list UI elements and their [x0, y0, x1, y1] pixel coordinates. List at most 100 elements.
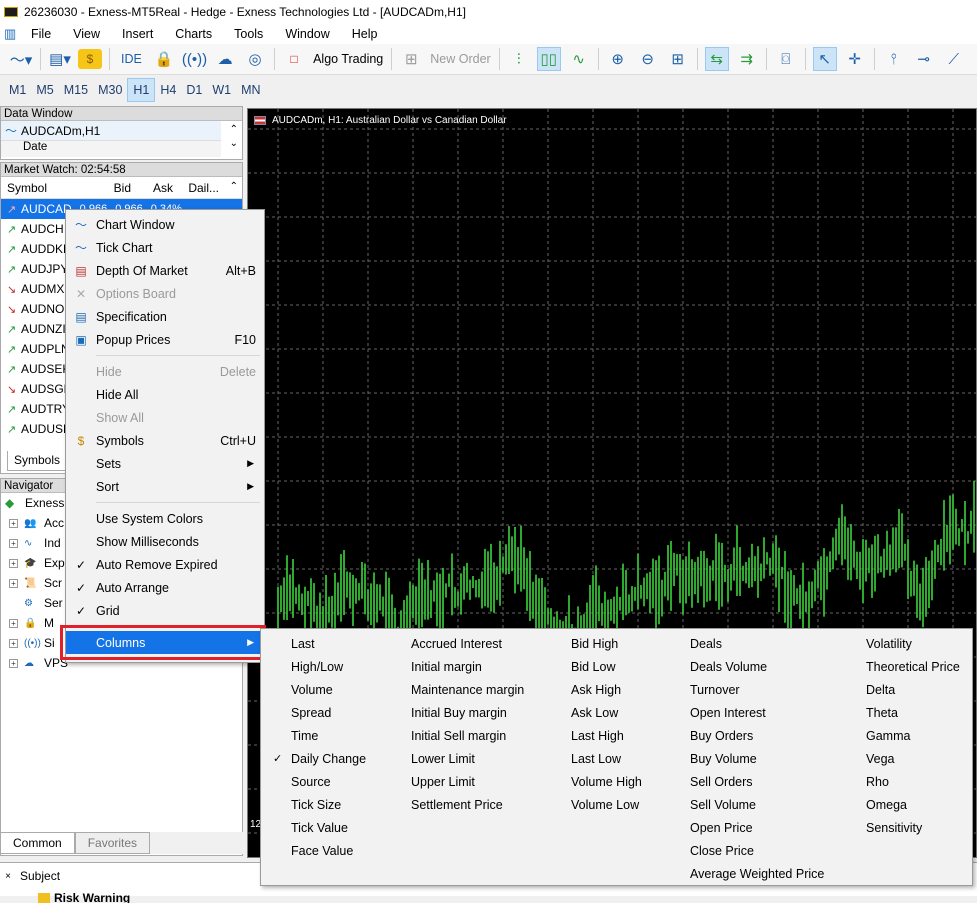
column-option[interactable]: Turnover	[690, 678, 824, 701]
dollar-icon[interactable]: $	[78, 49, 102, 69]
column-option[interactable]: Upper Limit	[411, 770, 524, 793]
context-menu-item[interactable]: Hide All	[66, 383, 264, 406]
market-watch-scroll-up[interactable]: ⌃	[230, 181, 238, 192]
column-option[interactable]: Theoretical Price	[866, 655, 960, 678]
bar-chart-icon[interactable]: ⫶	[507, 47, 531, 71]
expand-icon[interactable]: +	[9, 538, 18, 548]
context-menu-item[interactable]: ▤ Specification	[66, 305, 264, 328]
column-option[interactable]: Buy Volume	[690, 747, 824, 770]
timeframe-m30[interactable]: M30	[93, 78, 127, 102]
column-option[interactable]: Theta	[866, 701, 960, 724]
context-menu-item[interactable]: 〜 Tick Chart	[66, 236, 264, 259]
column-option[interactable]: High/Low	[291, 655, 366, 678]
column-option[interactable]: Bid High	[571, 632, 642, 655]
column-option[interactable]: Spread	[291, 701, 366, 724]
signals-icon[interactable]: ((•))	[182, 47, 207, 71]
tile-windows-icon[interactable]: ⊞	[666, 47, 690, 71]
column-option[interactable]: Rho	[866, 770, 960, 793]
column-daily[interactable]: Dail...	[173, 181, 219, 195]
tab-common[interactable]: Common	[0, 832, 75, 854]
zoom-out-icon[interactable]: ⊖	[636, 47, 660, 71]
expand-icon[interactable]: +	[9, 518, 18, 528]
horizontal-line-icon[interactable]: ⊸	[912, 47, 936, 71]
subject-header[interactable]: Subject	[16, 869, 60, 883]
algo-trading-button[interactable]: Algo Trading	[309, 52, 387, 66]
menu-window[interactable]: Window	[274, 27, 340, 41]
menu-help[interactable]: Help	[341, 27, 389, 41]
data-window-symbol-row[interactable]: 〜 AUDCADm,H1	[1, 121, 221, 141]
column-option[interactable]: ✓ Daily Change	[273, 747, 366, 770]
new-chart-icon[interactable]: 〜▾	[9, 47, 33, 71]
tab-favorites[interactable]: Favorites	[74, 832, 151, 854]
column-option[interactable]: Open Interest	[690, 701, 824, 724]
timeframe-mn[interactable]: MN	[236, 78, 265, 102]
menu-view[interactable]: View	[62, 27, 111, 41]
timeframe-h4[interactable]: H4	[155, 78, 181, 102]
cursor-icon[interactable]: ↖	[812, 47, 837, 71]
column-option[interactable]: Last	[291, 632, 366, 655]
context-menu-item[interactable]: ✓ Grid	[66, 599, 264, 622]
column-option[interactable]: Tick Value	[291, 816, 366, 839]
ide-button[interactable]: IDE	[117, 47, 146, 71]
column-option[interactable]: Volume High	[571, 770, 642, 793]
column-option[interactable]: Initial margin	[411, 655, 524, 678]
data-window-scroll[interactable]: ⌃ ⌄	[230, 123, 238, 151]
column-option[interactable]: Deals Volume	[690, 655, 824, 678]
column-option[interactable]: Last Low	[571, 747, 642, 770]
column-option[interactable]: Last High	[571, 724, 642, 747]
column-option[interactable]: Source	[291, 770, 366, 793]
menu-charts[interactable]: Charts	[164, 27, 223, 41]
column-option[interactable]: Vega	[866, 747, 960, 770]
column-symbol[interactable]: Symbol	[1, 181, 91, 195]
trend-line-icon[interactable]: ⟋	[942, 47, 966, 71]
expand-icon[interactable]: +	[9, 578, 18, 588]
algo-trading-icon[interactable]: □	[282, 47, 306, 71]
column-option[interactable]: Gamma	[866, 724, 960, 747]
menu-tools[interactable]: Tools	[223, 27, 274, 41]
expand-icon[interactable]: +	[9, 638, 18, 648]
screenshot-icon[interactable]: ⌼	[774, 47, 798, 71]
column-option[interactable]: Volatility	[866, 632, 960, 655]
vps-globe-icon[interactable]: ◎	[243, 47, 267, 71]
column-option[interactable]: Initial Buy margin	[411, 701, 524, 724]
context-menu-item[interactable]: ▣ Popup Prices F10	[66, 328, 264, 351]
column-option[interactable]: Tick Size	[291, 793, 366, 816]
column-option[interactable]: Lower Limit	[411, 747, 524, 770]
menu-insert[interactable]: Insert	[111, 27, 164, 41]
context-menu-item[interactable]: Show Milliseconds	[66, 530, 264, 553]
column-bid[interactable]: Bid	[91, 181, 131, 195]
zoom-in-icon[interactable]: ⊕	[606, 47, 630, 71]
column-option[interactable]: Average Weighted Price	[690, 862, 824, 885]
timeframe-m1[interactable]: M1	[4, 78, 31, 102]
timeframe-h1[interactable]: H1	[127, 77, 156, 102]
column-option[interactable]: Maintenance margin	[411, 678, 524, 701]
column-option[interactable]: Initial Sell margin	[411, 724, 524, 747]
chart-shift-icon[interactable]: ⇉	[735, 47, 759, 71]
expand-icon[interactable]: +	[9, 618, 18, 628]
close-icon[interactable]: ×	[0, 871, 16, 882]
timeframe-w1[interactable]: W1	[207, 78, 236, 102]
column-option[interactable]: Face Value	[291, 839, 366, 862]
column-option[interactable]: Ask Low	[571, 701, 642, 724]
context-menu-item[interactable]: ▤ Depth Of Market Alt+B	[66, 259, 264, 282]
column-option[interactable]: Bid Low	[571, 655, 642, 678]
context-menu-item[interactable]: ✓ Auto Remove Expired	[66, 553, 264, 576]
context-menu-item[interactable]: Sort ▶	[66, 475, 264, 498]
column-option[interactable]: Accrued Interest	[411, 632, 524, 655]
column-option[interactable]: Close Price	[690, 839, 824, 862]
line-chart-icon[interactable]: ∿	[567, 47, 591, 71]
column-option[interactable]: Open Price	[690, 816, 824, 839]
column-option[interactable]: Time	[291, 724, 366, 747]
chart-types-icon[interactable]: ▤▾	[48, 47, 72, 71]
menu-file[interactable]: File	[20, 27, 62, 41]
context-menu-item[interactable]: Sets ▶	[66, 452, 264, 475]
timeframe-m15[interactable]: M15	[59, 78, 93, 102]
column-option[interactable]: Volume Low	[571, 793, 642, 816]
vertical-line-icon[interactable]: ⫯	[882, 47, 906, 71]
context-menu-item[interactable]: Use System Colors	[66, 507, 264, 530]
column-option[interactable]: Delta	[866, 678, 960, 701]
column-option[interactable]: Volume	[291, 678, 366, 701]
timeframe-d1[interactable]: D1	[181, 78, 207, 102]
chart-doc-icon[interactable]: ▥	[0, 26, 20, 42]
context-menu-item[interactable]: $ Symbols Ctrl+U	[66, 429, 264, 452]
